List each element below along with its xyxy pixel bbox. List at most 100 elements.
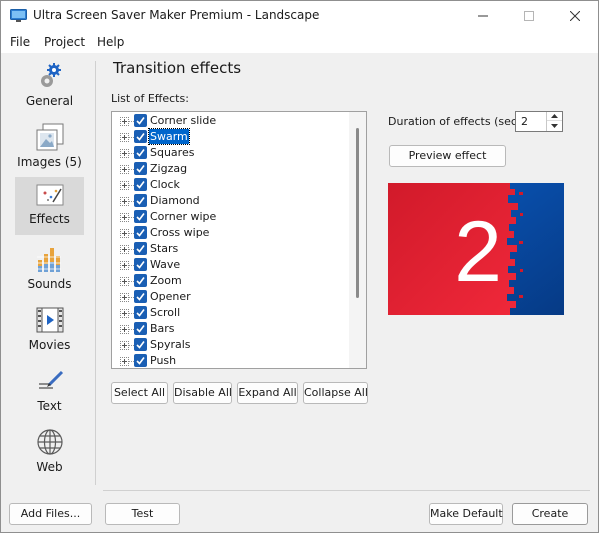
close-button[interactable] bbox=[552, 1, 598, 31]
effect-checkbox[interactable] bbox=[134, 258, 147, 271]
effect-row[interactable]: Push bbox=[112, 353, 348, 368]
effect-name[interactable]: Squares bbox=[149, 145, 195, 160]
effect-name[interactable]: Spyrals bbox=[149, 337, 192, 352]
effect-checkbox[interactable] bbox=[134, 178, 147, 191]
effect-name[interactable]: Opener bbox=[149, 289, 192, 304]
expand-all-button[interactable]: Expand All bbox=[237, 382, 298, 404]
create-button[interactable]: Create bbox=[512, 503, 588, 525]
expand-icon[interactable] bbox=[120, 229, 129, 238]
effect-row[interactable]: Opener bbox=[112, 289, 348, 305]
add-files-button[interactable]: Add Files... bbox=[9, 503, 92, 525]
effect-checkbox[interactable] bbox=[134, 226, 147, 239]
sidebar-item-label: Movies bbox=[28, 338, 71, 352]
effect-name[interactable]: Stars bbox=[149, 241, 179, 256]
checkmark-icon bbox=[136, 341, 145, 349]
effect-row[interactable]: Spyrals bbox=[112, 337, 348, 353]
expand-icon[interactable] bbox=[120, 165, 129, 174]
expand-icon[interactable] bbox=[120, 213, 129, 222]
menu-project[interactable]: Project bbox=[44, 35, 85, 49]
effect-name[interactable]: Corner slide bbox=[149, 113, 217, 128]
expand-icon[interactable] bbox=[120, 293, 129, 302]
effect-name[interactable]: Cross wipe bbox=[149, 225, 210, 240]
expand-icon[interactable] bbox=[120, 341, 129, 350]
effect-row[interactable]: Corner wipe bbox=[112, 209, 348, 225]
expand-icon[interactable] bbox=[120, 277, 129, 286]
effect-row[interactable]: Zigzag bbox=[112, 161, 348, 177]
effect-name[interactable]: Corner wipe bbox=[149, 209, 217, 224]
effect-name[interactable]: Scroll bbox=[149, 305, 181, 320]
expand-icon[interactable] bbox=[120, 357, 129, 366]
images-icon bbox=[36, 123, 64, 151]
expand-icon[interactable] bbox=[120, 133, 129, 142]
spin-down-button[interactable] bbox=[547, 121, 562, 130]
effect-checkbox[interactable] bbox=[134, 322, 147, 335]
minimize-button[interactable] bbox=[460, 1, 506, 31]
expand-icon[interactable] bbox=[120, 149, 129, 158]
make-default-button[interactable]: Make Default bbox=[429, 503, 503, 525]
effect-row[interactable]: Zoom bbox=[112, 273, 348, 289]
effect-name[interactable]: Push bbox=[149, 353, 177, 368]
sidebar-item-movies[interactable]: Movies bbox=[15, 303, 84, 361]
checkmark-icon bbox=[136, 357, 145, 365]
expand-icon[interactable] bbox=[120, 181, 129, 190]
collapse-all-button[interactable]: Collapse All bbox=[303, 382, 368, 404]
effect-checkbox[interactable] bbox=[134, 210, 147, 223]
effect-name[interactable]: Bars bbox=[149, 321, 176, 336]
maximize-button[interactable] bbox=[506, 1, 552, 31]
sidebar-item-label: Web bbox=[36, 460, 63, 474]
checkmark-icon bbox=[136, 309, 145, 317]
disable-all-button[interactable]: Disable All bbox=[173, 382, 232, 404]
expand-icon[interactable] bbox=[120, 261, 129, 270]
effects-list-scrollbar[interactable] bbox=[349, 112, 366, 368]
select-all-button[interactable]: Select All bbox=[111, 382, 168, 404]
effect-row[interactable]: Swarm bbox=[112, 128, 348, 145]
effect-checkbox[interactable] bbox=[134, 354, 147, 367]
effect-checkbox[interactable] bbox=[134, 130, 147, 143]
effect-row[interactable]: Diamond bbox=[112, 193, 348, 209]
effect-row[interactable]: Corner slide bbox=[112, 113, 348, 129]
effect-checkbox[interactable] bbox=[134, 306, 147, 319]
effect-row[interactable]: Scroll bbox=[112, 305, 348, 321]
effect-checkbox[interactable] bbox=[134, 114, 147, 127]
expand-icon[interactable] bbox=[120, 245, 129, 254]
effect-name[interactable]: Zoom bbox=[149, 273, 183, 288]
sidebar-item-text[interactable]: Text bbox=[15, 364, 84, 422]
effect-row[interactable]: Cross wipe bbox=[112, 225, 348, 241]
effect-name[interactable]: Diamond bbox=[149, 193, 201, 208]
effect-checkbox[interactable] bbox=[134, 194, 147, 207]
duration-value[interactable]: 2 bbox=[521, 115, 528, 128]
expand-icon[interactable] bbox=[120, 197, 129, 206]
test-button[interactable]: Test bbox=[105, 503, 180, 525]
effect-checkbox[interactable] bbox=[134, 338, 147, 351]
effect-checkbox[interactable] bbox=[134, 274, 147, 287]
effect-row[interactable]: Bars bbox=[112, 321, 348, 337]
effect-checkbox[interactable] bbox=[134, 162, 147, 175]
effect-name[interactable]: Wave bbox=[149, 257, 181, 272]
sidebar-item-general[interactable]: General bbox=[15, 59, 84, 117]
effect-checkbox[interactable] bbox=[134, 242, 147, 255]
effect-checkbox[interactable] bbox=[134, 146, 147, 159]
expand-icon[interactable] bbox=[120, 117, 129, 126]
expand-icon[interactable] bbox=[120, 309, 129, 318]
menu-help[interactable]: Help bbox=[97, 35, 124, 49]
spin-up-button[interactable] bbox=[547, 112, 562, 121]
effect-name[interactable]: Clock bbox=[149, 177, 181, 192]
effect-name[interactable]: Zigzag bbox=[149, 161, 188, 176]
effect-row[interactable]: Stars bbox=[112, 241, 348, 257]
effect-row[interactable]: Squares bbox=[112, 145, 348, 161]
effect-checkbox[interactable] bbox=[134, 290, 147, 303]
effect-row[interactable]: Wave bbox=[112, 257, 348, 273]
sidebar-item-web[interactable]: Web bbox=[15, 425, 84, 483]
effect-name[interactable]: Swarm bbox=[148, 128, 190, 145]
sidebar-item-images[interactable]: Images (5) bbox=[15, 120, 84, 178]
sidebar-item-sounds[interactable]: Sounds bbox=[15, 242, 84, 300]
monitor-icon bbox=[10, 9, 27, 22]
effect-row[interactable]: Clock bbox=[112, 177, 348, 193]
duration-spinbox[interactable]: 2 bbox=[515, 111, 563, 132]
menu-file[interactable]: File bbox=[10, 35, 30, 49]
preview-effect-button[interactable]: Preview effect bbox=[389, 145, 506, 167]
scrollbar-thumb[interactable] bbox=[356, 128, 359, 298]
effects-tree-list[interactable]: Corner slide Swarm Squares Zigzag Clock Diamo… bbox=[111, 111, 367, 369]
sidebar-item-effects[interactable]: Effects bbox=[15, 177, 84, 235]
expand-icon[interactable] bbox=[120, 325, 129, 334]
